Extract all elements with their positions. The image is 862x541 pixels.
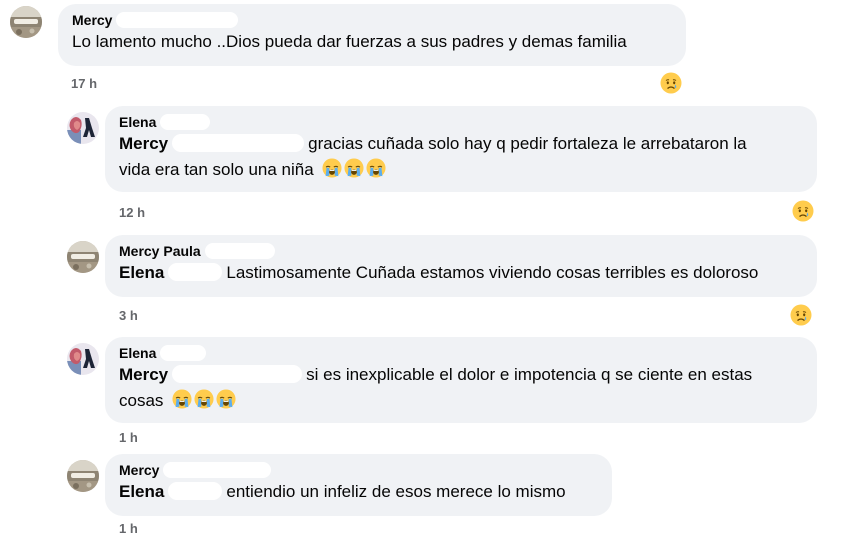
comment-author[interactable]: Mercy <box>119 461 598 479</box>
comment-text: Elena Lastimosamente Cuñada estamos vivie… <box>119 263 759 282</box>
comment-bubble: Elena Mercy gracias cuñada solo hay q ped… <box>105 106 817 192</box>
comment-text: Mercy gracias cuñada solo hay q pedir for… <box>119 134 747 179</box>
crying-face-icon[interactable] <box>792 200 814 222</box>
comment-text: Elena entiendio un infeliz de esos merece… <box>119 482 566 501</box>
avatar[interactable] <box>67 343 99 375</box>
redaction <box>168 482 223 500</box>
comment-author[interactable]: Elena <box>119 113 803 131</box>
comment-text: Mercy si es inexplicable el dolor e impot… <box>119 365 753 410</box>
redaction <box>172 134 305 152</box>
mention[interactable]: Elena <box>119 482 164 501</box>
avatar-image <box>10 6 42 38</box>
redaction <box>116 12 239 28</box>
comment-time[interactable]: 1 h <box>119 521 138 536</box>
loudly-crying-face-icon <box>366 158 386 178</box>
comment-time[interactable]: 12 h <box>119 205 145 220</box>
comment-text: Lo lamento mucho ..Dios pueda dar fuerza… <box>72 32 627 51</box>
loudly-crying-face-icon <box>216 389 236 409</box>
redaction <box>204 243 275 259</box>
loudly-crying-face-icon <box>344 158 364 178</box>
avatar[interactable] <box>10 6 42 38</box>
avatar-image <box>67 343 99 375</box>
comment-bubble: Elena Mercy si es inexplicable el dolor e… <box>105 337 817 423</box>
avatar-image <box>67 460 99 492</box>
loudly-crying-face-icon <box>172 389 192 409</box>
avatar-image <box>67 112 99 144</box>
mention[interactable]: Elena <box>119 263 164 282</box>
redaction <box>163 462 272 478</box>
comment-author[interactable]: Mercy Paula <box>119 242 803 260</box>
redaction <box>168 263 223 281</box>
crying-face-icon[interactable] <box>790 304 812 326</box>
avatar[interactable] <box>67 112 99 144</box>
loudly-crying-face-icon <box>322 158 342 178</box>
avatar-image <box>67 241 99 273</box>
comment-time[interactable]: 1 h <box>119 430 138 445</box>
mention[interactable]: Mercy <box>119 134 168 153</box>
mention[interactable]: Mercy <box>119 365 168 384</box>
avatar[interactable] <box>67 460 99 492</box>
loudly-crying-face-icon <box>194 389 214 409</box>
comment-author[interactable]: Mercy <box>72 11 672 29</box>
comment-bubble: Mercy Paula Elena Lastimosamente Cuñada e… <box>105 235 817 297</box>
comment-bubble: Mercy Elena entiendio un infeliz de esos … <box>105 454 612 516</box>
crying-face-icon[interactable] <box>660 72 682 94</box>
comment-author[interactable]: Elena <box>119 344 803 362</box>
redaction <box>160 114 211 130</box>
redaction <box>160 345 207 361</box>
comment-time[interactable]: 3 h <box>119 308 138 323</box>
redaction <box>172 365 303 383</box>
avatar[interactable] <box>67 241 99 273</box>
comment-time[interactable]: 17 h <box>71 76 97 91</box>
comment-bubble: Mercy Lo lamento mucho ..Dios pueda dar … <box>58 4 686 66</box>
